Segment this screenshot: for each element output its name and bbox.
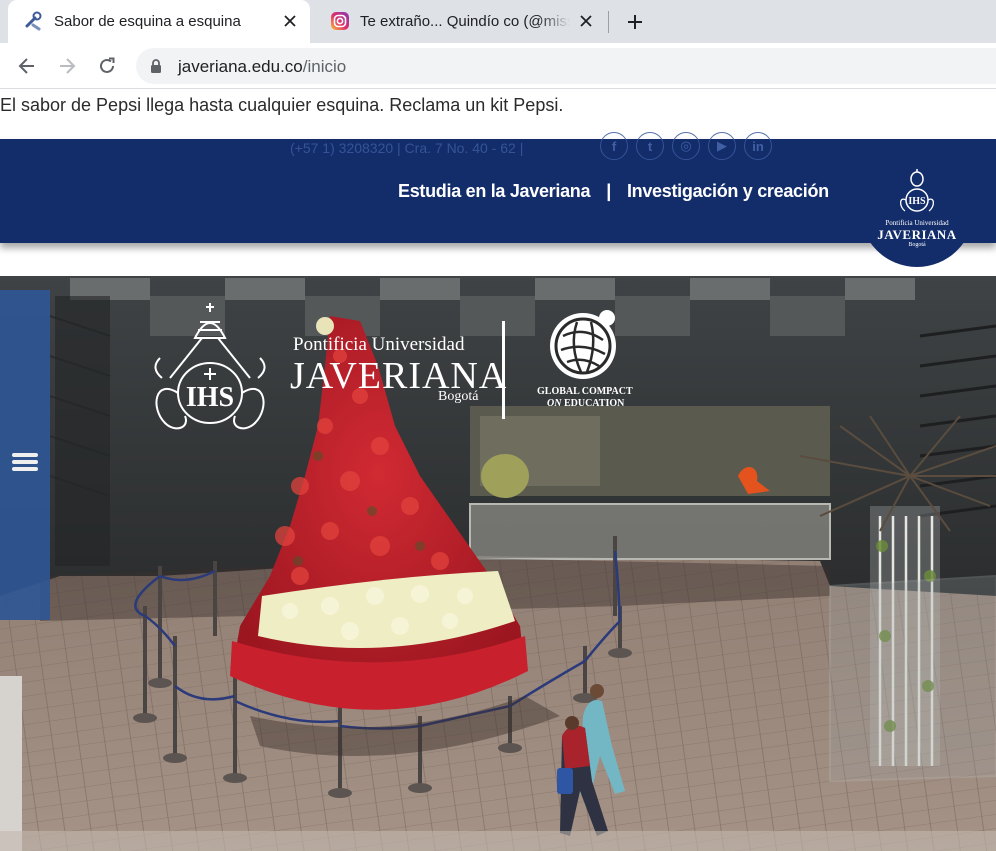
close-icon[interactable]	[280, 11, 300, 31]
page-content: El sabor de Pepsi llega hasta cualquier …	[0, 89, 996, 851]
plus-icon	[628, 15, 642, 29]
svg-text:IHS: IHS	[908, 196, 926, 207]
gc-line2-italic: ON	[547, 398, 562, 409]
brand-line1: Pontificia Universidad	[293, 334, 465, 355]
site-header: (+57 1) 3208320 | Cra. 7 No. 40 - 62 | f…	[0, 132, 996, 267]
tab-title: Te extraño... Quindío co (@missin	[360, 13, 570, 30]
tools-icon	[25, 11, 42, 31]
social-links: f t ◎ ▶ in	[600, 132, 772, 160]
lock-icon	[151, 59, 161, 73]
crest-line3: Bogotá	[908, 242, 926, 248]
url-path: /inicio	[302, 57, 347, 76]
global-compact-icon	[550, 310, 616, 379]
brand-line3: Bogotá	[438, 389, 479, 404]
tab-title: Sabor de esquina a esquina	[54, 13, 241, 30]
instagram-icon[interactable]: ◎	[672, 132, 700, 160]
tab-instagram[interactable]: Te extraño... Quindío co (@missin	[314, 0, 606, 43]
browser-toolbar: javeriana.edu.co/inicio	[0, 43, 996, 89]
back-button[interactable]	[13, 52, 41, 80]
new-tab-button[interactable]	[622, 9, 648, 35]
promo-text[interactable]: El sabor de Pepsi llega hasta cualquier …	[0, 94, 563, 116]
tab-strip: Sabor de esquina a esquina Te extraño...…	[0, 0, 996, 43]
gc-line2-text: EDUCATION	[561, 398, 625, 409]
nav-link-estudia[interactable]: Estudia en la Javeriana	[398, 181, 591, 202]
address-bar[interactable]: javeriana.edu.co/inicio	[136, 48, 996, 84]
crest-icon: IHS	[899, 169, 935, 212]
nav-separator: |	[606, 181, 611, 201]
facebook-icon[interactable]: f	[600, 132, 628, 160]
crest-line1: Pontificia Universidad	[885, 219, 949, 227]
reload-icon	[100, 57, 115, 73]
hero-banner: IHS Pontificia Universidad JAVERIANA Bog…	[0, 276, 996, 851]
twitter-icon[interactable]: t	[636, 132, 664, 160]
gc-line2: ON EDUCATION	[547, 398, 624, 409]
instagram-icon	[331, 12, 349, 30]
nav-link-investigacion[interactable]: Investigación y creación	[627, 181, 829, 202]
arrow-left-icon	[18, 58, 34, 74]
url-domain: javeriana.edu.co	[178, 57, 303, 76]
tab-separator	[608, 11, 609, 33]
url-text: javeriana.edu.co/inicio	[178, 57, 346, 77]
arrow-right-icon	[60, 58, 76, 74]
contact-info: (+57 1) 3208320 | Cra. 7 No. 40 - 62 |	[290, 140, 524, 156]
hamburger-menu-icon[interactable]	[8, 445, 42, 479]
university-logo[interactable]: IHS Pontificia Universidad JAVERIANA Bog…	[860, 163, 974, 267]
side-panel	[0, 290, 50, 620]
close-icon[interactable]	[576, 11, 596, 31]
svg-text:IHS: IHS	[186, 382, 234, 413]
linkedin-icon[interactable]: in	[744, 132, 772, 160]
reload-button[interactable]	[93, 52, 121, 80]
javeriana-crest-icon: IHS	[154, 303, 266, 430]
forward-button[interactable]	[53, 52, 81, 80]
crest-line2: JAVERIANA	[877, 227, 957, 242]
tab-active[interactable]: Sabor de esquina a esquina	[8, 0, 310, 43]
gc-line1: GLOBAL COMPACT	[537, 386, 633, 397]
main-nav: Estudia en la Javeriana | Investigación …	[398, 181, 829, 202]
youtube-icon[interactable]: ▶	[708, 132, 736, 160]
logo-divider	[502, 321, 505, 419]
